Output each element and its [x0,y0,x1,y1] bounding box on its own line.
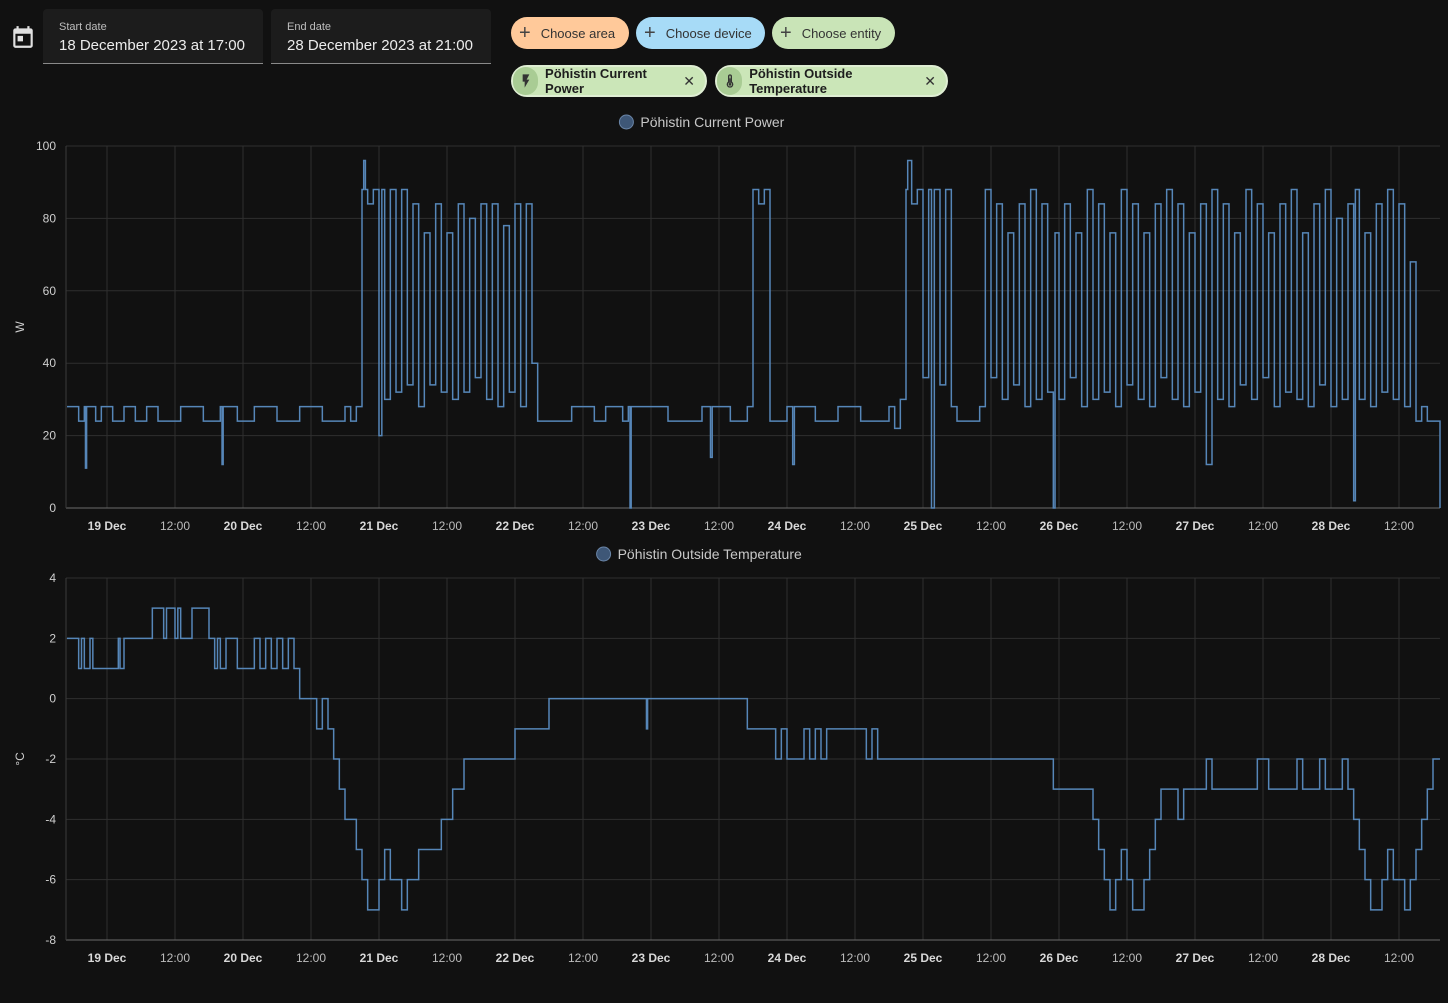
x-tick-label: 12:00 [568,951,598,965]
x-tick-label: 25 Dec [904,951,943,965]
x-tick-label: 23 Dec [632,951,671,965]
x-tick-label: 28 Dec [1312,951,1351,965]
x-tick-label: 12:00 [296,519,326,533]
legend-dot[interactable] [596,546,612,562]
x-tick-label: 12:00 [568,519,598,533]
choose-device-label: Choose device [665,25,752,41]
thermometer-icon [717,67,743,95]
choose-area-button[interactable]: + Choose area [511,17,629,49]
x-tick-label: 12:00 [160,519,190,533]
flash-icon [513,67,539,95]
x-tick-label: 12:00 [704,951,734,965]
plus-icon: + [780,22,792,44]
entity-chip-label: Pöhistin Outside Temperature [749,66,853,96]
entity-chip-current-power[interactable]: Pöhistin Current Power ✕ [511,65,707,97]
series-line [67,159,1441,509]
y-tick-label: 100 [36,139,56,153]
start-date-value: 18 December 2023 at 17:00 [59,37,245,54]
x-tick-label: 27 Dec [1176,519,1215,533]
y-tick-label: -6 [45,873,56,887]
y-axis-label: W [13,321,27,333]
x-tick-label: 25 Dec [904,519,943,533]
x-tick-label: 27 Dec [1176,951,1215,965]
legend-label[interactable]: Pöhistin Outside Temperature [618,546,802,562]
x-tick-label: 12:00 [976,519,1006,533]
x-tick-label: 23 Dec [632,519,671,533]
x-tick-label: 12:00 [432,519,462,533]
y-tick-label: 80 [43,211,57,225]
x-tick-label: 24 Dec [768,951,807,965]
plus-icon: + [519,22,531,44]
x-tick-label: 19 Dec [88,519,127,533]
x-tick-label: 20 Dec [224,951,263,965]
x-tick-label: 12:00 [1384,519,1414,533]
x-tick-label: 12:00 [840,951,870,965]
y-tick-label: 40 [43,356,57,370]
x-tick-label: 12:00 [1248,951,1278,965]
x-tick-label: 21 Dec [360,519,399,533]
x-tick-label: 12:00 [1112,519,1142,533]
x-tick-label: 12:00 [1384,951,1414,965]
end-date-value: 28 December 2023 at 21:00 [287,37,473,54]
x-tick-label: 22 Dec [496,519,535,533]
x-tick-label: 12:00 [976,951,1006,965]
x-tick-label: 22 Dec [496,951,535,965]
x-tick-label: 12:00 [432,951,462,965]
x-tick-label: 12:00 [160,951,190,965]
y-tick-label: -4 [45,812,56,826]
x-tick-label: 21 Dec [360,951,399,965]
choose-entity-button[interactable]: + Choose entity [772,17,895,49]
x-tick-label: 12:00 [1112,951,1142,965]
x-tick-label: 12:00 [704,519,734,533]
end-date-field[interactable]: End date 28 December 2023 at 21:00 [271,9,491,64]
entity-chip-label: Pöhistin Current Power [545,66,647,96]
y-tick-label: -2 [45,752,56,766]
temperature-chart: Pöhistin Outside Temperature 4 2 0 -2 -4 -6 -8 1… [13,546,1440,965]
x-tick-label: 26 Dec [1040,519,1079,533]
plus-icon: + [644,22,656,44]
y-tick-label: 2 [49,631,56,645]
y-tick-label: 60 [43,284,57,298]
x-tick-label: 12:00 [296,951,326,965]
y-tick-label: 0 [49,501,56,515]
start-date-label: Start date [59,21,107,33]
y-tick-label: -8 [45,933,56,947]
entity-chip-outside-temperature[interactable]: Pöhistin Outside Temperature ✕ [715,65,948,97]
end-date-label: End date [287,21,332,33]
x-tick-label: 20 Dec [224,519,263,533]
calendar-icon[interactable] [10,24,36,50]
choose-area-label: Choose area [540,25,616,41]
x-tick-label: 24 Dec [768,519,807,533]
remove-icon[interactable]: ✕ [683,73,695,90]
choose-entity-label: Choose entity [801,25,882,41]
x-tick-label: 12:00 [840,519,870,533]
legend-label[interactable]: Pöhistin Current Power [640,114,784,130]
x-tick-label: 19 Dec [88,951,127,965]
y-axis-label: °C [13,752,27,766]
x-tick-label: 12:00 [1248,519,1278,533]
start-date-field[interactable]: Start date 18 December 2023 at 17:00 [43,9,263,64]
x-tick-label: 26 Dec [1040,951,1079,965]
x-tick-label: 28 Dec [1312,519,1351,533]
y-tick-label: 0 [49,692,56,706]
power-chart: Pöhistin Current Power 100 80 60 40 20 0 19 Dec… [13,114,1441,533]
y-tick-label: 20 [43,429,57,443]
choose-device-button[interactable]: + Choose device [636,17,765,49]
legend-dot[interactable] [618,114,634,130]
y-tick-label: 4 [49,571,56,585]
remove-icon[interactable]: ✕ [924,73,936,90]
